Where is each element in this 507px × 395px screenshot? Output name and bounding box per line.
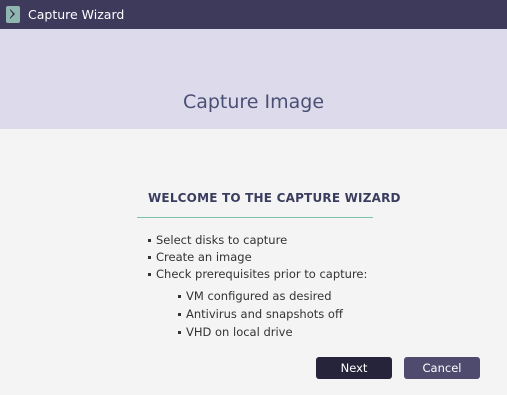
list-item: VM configured as desired [178, 287, 343, 305]
list-item: Check prerequisites prior to capture: [148, 266, 367, 283]
header-banner: Capture Image [0, 29, 507, 129]
prerequisite-text: VM configured as desired [186, 289, 332, 303]
cancel-button[interactable]: Cancel [404, 357, 480, 379]
window-title: Capture Wizard [28, 7, 125, 22]
list-item: Select disks to capture [148, 232, 367, 249]
step-text: Select disks to capture [156, 233, 288, 247]
app-icon [6, 6, 20, 23]
prerequisites-list: VM configured as desired Antivirus and s… [178, 287, 343, 341]
step-text: Check prerequisites prior to capture: [156, 267, 368, 281]
list-item: Antivirus and snapshots off [178, 305, 343, 323]
bullet-icon [178, 312, 181, 316]
prerequisite-text: Antivirus and snapshots off [186, 307, 343, 321]
bullet-icon [178, 330, 181, 334]
title-bar: Capture Wizard [0, 0, 507, 29]
bullet-icon [148, 239, 151, 242]
wizard-content: WELCOME TO THE CAPTURE WIZARD Select dis… [0, 129, 507, 395]
bullet-icon [178, 294, 181, 298]
bullet-icon [148, 256, 151, 259]
next-button[interactable]: Next [316, 357, 392, 379]
steps-list: Select disks to capture Create an image … [148, 232, 367, 283]
bullet-icon [148, 273, 151, 276]
step-text: Create an image [156, 250, 252, 264]
welcome-heading: WELCOME TO THE CAPTURE WIZARD [148, 191, 401, 205]
list-item: VHD on local drive [178, 323, 343, 341]
prerequisite-text: VHD on local drive [186, 325, 293, 339]
list-item: Create an image [148, 249, 367, 266]
heading-divider [137, 217, 373, 218]
page-title: Capture Image [182, 91, 325, 113]
